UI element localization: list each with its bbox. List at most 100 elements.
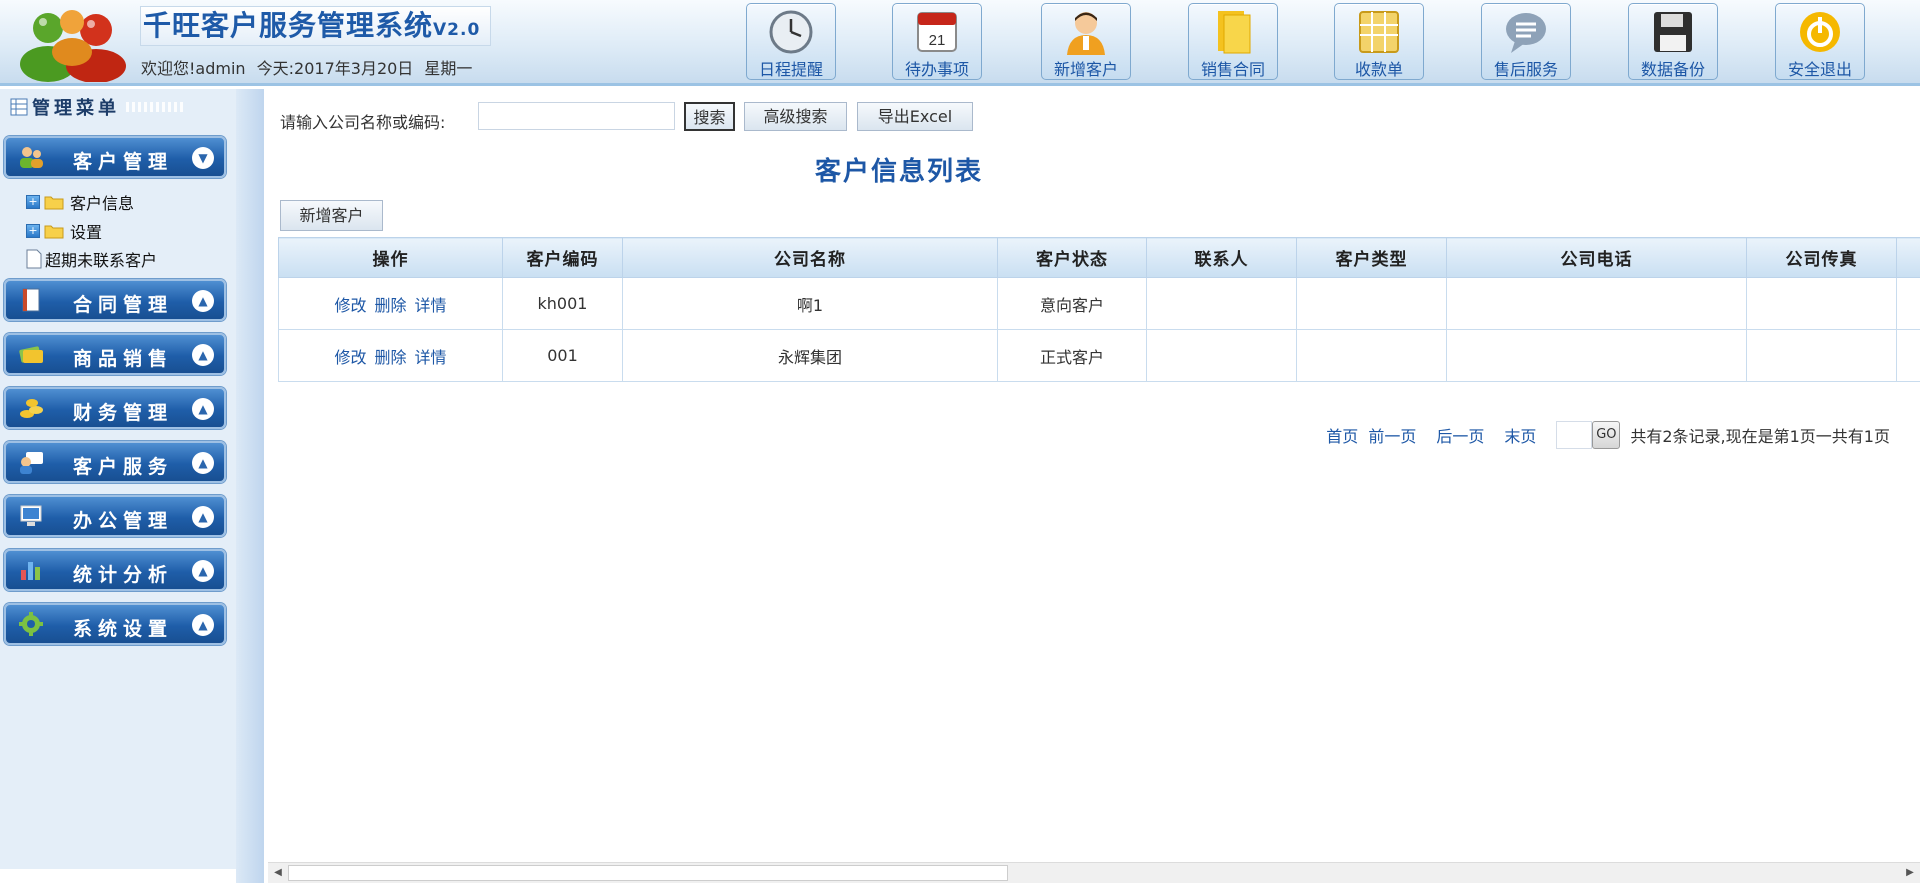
money-icon [19,346,43,363]
scrollbar-thumb[interactable] [288,865,1008,881]
chat-icon [1506,13,1546,53]
cell-phone [1446,329,1747,382]
toolbar-label: 新增客户 [1053,60,1118,79]
export-excel-button[interactable]: 导出Excel [857,102,973,131]
col-extra [1896,237,1920,278]
service-icon [20,452,43,474]
menu-statistics[interactable]: 统计分析 ▲ [4,549,226,591]
col-type: 客户类型 [1296,237,1447,278]
chevron-up-icon[interactable]: ▲ [192,560,214,582]
cell-company: 啊1 [622,277,998,330]
horizontal-scrollbar[interactable]: ◀ ▶ [268,862,1920,883]
add-customer-button[interactable]: 新增客户 [280,200,383,231]
menu-finance-management[interactable]: 财务管理 ▲ [4,387,226,429]
col-fax: 公司传真 [1746,237,1897,278]
toolbar-label: 售后服务 [1493,60,1558,79]
toolbar-label: 日程提醒 [758,60,823,79]
receipt-icon [1359,11,1399,53]
coins-icon [20,399,43,418]
menu-customer-service[interactable]: 客户服务 ▲ [4,441,226,483]
first-page-link[interactable]: 首页 [1326,423,1358,447]
page-icon [26,249,42,269]
folder-icon [44,225,64,239]
menu-label: 办公管理 [73,510,174,532]
col-phone: 公司电话 [1446,237,1747,278]
chevron-down-icon[interactable]: ▼ [192,147,214,169]
submenu-overdue-customers[interactable]: 超期未联系客户 [26,247,157,271]
page-number-input[interactable] [1556,421,1593,449]
expand-plus-icon[interactable]: + [26,224,40,238]
toolbar-schedule-button[interactable]: 日程提醒 [746,3,836,80]
chevron-up-icon[interactable]: ▲ [192,398,214,420]
toolbar-contract-button[interactable]: 销售合同 [1188,3,1278,80]
table-row: 修改 删除 详情 kh001 啊1 意向客户 [278,277,1920,330]
cell-extra [1896,277,1920,330]
col-contact: 联系人 [1146,237,1297,278]
toolbar-label: 安全退出 [1787,60,1852,79]
menu-customer-management[interactable]: 客户管理 ▼ [4,136,226,178]
menu-label: 财务管理 [73,402,174,424]
edit-link[interactable]: 修改 [334,348,366,367]
submenu-settings[interactable]: + 设置 [26,219,102,243]
chevron-up-icon[interactable]: ▲ [192,344,214,366]
details-link[interactable]: 详情 [415,296,447,315]
menu-label: 商品销售 [73,348,174,370]
expand-plus-icon[interactable]: + [26,195,40,209]
submenu-customer-info[interactable]: + 客户信息 [26,190,134,214]
toolbar-after-sales-button[interactable]: 售后服务 [1481,3,1571,80]
chevron-up-icon[interactable]: ▲ [192,506,214,528]
col-code: 客户编码 [502,237,623,278]
toolbar-label: 待办事项 [904,60,969,79]
prev-page-link[interactable]: 前一页 [1368,423,1416,447]
edit-link[interactable]: 修改 [334,296,366,315]
logo-icon [20,10,126,82]
toolbar-logout-button[interactable]: 安全退出 [1775,3,1865,80]
menu-label: 系统设置 [73,618,174,640]
sidebar-divider[interactable] [236,89,264,883]
chevron-up-icon[interactable]: ▲ [192,614,214,636]
menu-contract-management[interactable]: 合同管理 ▲ [4,279,226,321]
cell-extra [1896,329,1920,382]
advanced-search-button[interactable]: 高级搜索 [744,102,847,131]
next-page-link[interactable]: 后一页 [1436,423,1484,447]
pagination: 首页 前一页 后一页 末页 GO 共有2条记录,现在是第1页一共有1页 [1326,421,1890,449]
chevron-up-icon[interactable]: ▲ [192,452,214,474]
table-header-row: 操作 客户编码 公司名称 客户状态 联系人 客户类型 公司电话 公司传真 [278,237,1920,278]
cell-fax [1746,329,1897,382]
power-icon [1800,12,1840,52]
floppy-icon [1654,12,1692,52]
menu-label: 统计分析 [73,564,174,586]
menu-office-management[interactable]: 办公管理 ▲ [4,495,226,537]
col-status: 客户状态 [997,237,1147,278]
sidebar-title: 管理菜单 [10,95,186,119]
menu-label: 客户服务 [73,456,174,478]
calendar-icon: 21 [917,12,957,52]
svg-text:21: 21 [929,32,946,49]
cell-type [1296,329,1447,382]
delete-link[interactable]: 删除 [374,348,406,367]
search-input[interactable] [478,102,675,130]
app-title: 千旺客户服务管理系统V2.0 [140,6,492,46]
menu-product-sales[interactable]: 商品销售 ▲ [4,333,226,375]
details-link[interactable]: 详情 [415,348,447,367]
table-row: 修改 删除 详情 001 永辉集团 正式客户 [278,329,1920,382]
scroll-right-icon[interactable]: ▶ [1902,865,1918,881]
delete-link[interactable]: 删除 [374,296,406,315]
menu-system-settings[interactable]: 系统设置 ▲ [4,603,226,645]
header-bar: 千旺客户服务管理系统V2.0 欢迎您!admin 今天:2017年3月20日 星… [0,0,1920,86]
chevron-up-icon[interactable]: ▲ [192,290,214,312]
clock-icon [769,10,813,54]
scroll-left-icon[interactable]: ◀ [270,865,286,881]
go-button[interactable]: GO [1592,421,1621,449]
sidebar-title-text: 管理菜单 [32,98,120,119]
toolbar-backup-button[interactable]: 数据备份 [1628,3,1718,80]
toolbar-add-customer-button[interactable]: 新增客户 [1041,3,1131,80]
toolbar-receipt-button[interactable]: 收款单 [1334,3,1424,80]
welcome-text: 欢迎您!admin 今天:2017年3月20日 星期一 [141,55,478,79]
search-button[interactable]: 搜索 [684,102,735,131]
toolbar-todo-button[interactable]: 21 待办事项 [892,3,982,80]
last-page-link[interactable]: 末页 [1504,423,1536,447]
cell-status: 意向客户 [997,277,1147,330]
gear-icon [19,612,43,636]
menu-label: 合同管理 [73,294,174,316]
